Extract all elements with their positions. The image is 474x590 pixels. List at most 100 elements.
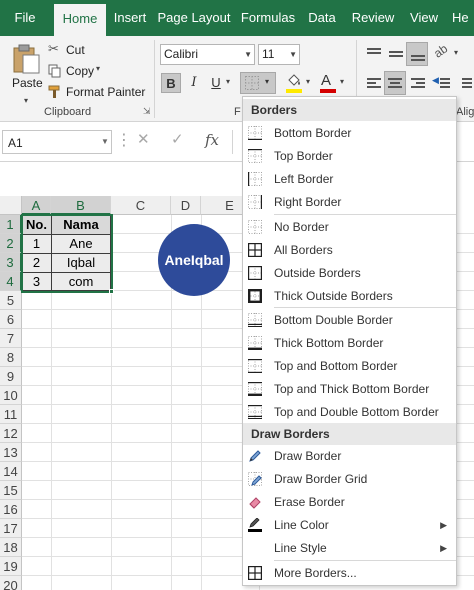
menu-item-label: Bottom Border xyxy=(274,126,352,140)
row-header-7[interactable]: 7 xyxy=(0,329,22,348)
middle-align-button[interactable] xyxy=(386,44,406,64)
insert-function-icon[interactable]: fx xyxy=(205,131,219,149)
font-color-button[interactable]: A ▾ xyxy=(318,72,352,95)
menu-item-left-border[interactable]: Left Border xyxy=(243,168,456,190)
menu-item-draw-border[interactable]: Draw Border xyxy=(243,445,456,467)
paste-dropdown-arrow[interactable]: ▾ xyxy=(24,96,28,105)
menu-item-bottom-double-border[interactable]: Bottom Double Border xyxy=(243,309,456,331)
tab-insert[interactable]: Insert xyxy=(108,0,152,36)
bottom-align-button[interactable] xyxy=(406,42,428,66)
row-header-15[interactable]: 15 xyxy=(0,481,22,500)
tab-review[interactable]: Review xyxy=(346,0,400,36)
row-header-8[interactable]: 8 xyxy=(0,348,22,367)
row-header-2[interactable]: 2 xyxy=(0,234,22,253)
menu-item-label: Top and Thick Bottom Border xyxy=(274,382,430,396)
top-border-icon xyxy=(248,149,262,163)
thick-outside-borders-icon xyxy=(248,289,262,303)
tab-formulas[interactable]: Formulas xyxy=(236,0,300,36)
bold-button[interactable]: B xyxy=(161,73,181,93)
row-header-5[interactable]: 5 xyxy=(0,291,22,310)
orientation-button[interactable]: ab ▾ xyxy=(431,41,462,64)
decrease-indent-button[interactable]: ◀ xyxy=(432,73,452,93)
row-header-20[interactable]: 20 xyxy=(0,576,22,590)
column-header-b[interactable]: B xyxy=(51,196,111,215)
borders-button[interactable]: ▾ xyxy=(240,72,276,94)
menu-item-more-borders[interactable]: More Borders... xyxy=(243,562,456,584)
right-border-icon xyxy=(248,195,262,209)
row-header-13[interactable]: 13 xyxy=(0,443,22,462)
row-header-9[interactable]: 9 xyxy=(0,367,22,386)
clipboard-dialog-launcher-icon[interactable]: ⇲ xyxy=(143,106,151,117)
row-header-17[interactable]: 17 xyxy=(0,519,22,538)
increase-indent-button[interactable] xyxy=(454,73,474,93)
cut-button[interactable]: ✂ Cut xyxy=(48,40,128,60)
menu-item-line-color[interactable]: Line Color ▶ xyxy=(243,514,456,536)
menu-item-right-border[interactable]: Right Border xyxy=(243,191,456,213)
chevron-down-icon: ▾ xyxy=(306,77,311,86)
menu-item-line-style[interactable]: Line Style ▶ xyxy=(243,537,456,559)
font-size-select[interactable]: 11 ▼ xyxy=(258,44,300,65)
row-header-3[interactable]: 3 xyxy=(0,253,22,272)
tab-help[interactable]: He xyxy=(452,0,474,36)
bottom-double-border-icon xyxy=(248,313,262,327)
column-header-d[interactable]: D xyxy=(171,196,201,215)
copy-dropdown-arrow[interactable]: ▾ xyxy=(96,64,100,73)
row-header-18[interactable]: 18 xyxy=(0,538,22,557)
underline-button[interactable]: U xyxy=(206,73,226,93)
row-header-1[interactable]: 1 xyxy=(0,215,22,234)
menu-item-top-and-double-bottom-border[interactable]: Top and Double Bottom Border xyxy=(243,401,456,423)
menu-item-thick-outside-borders[interactable]: Thick Outside Borders xyxy=(243,285,456,307)
italic-button[interactable]: I xyxy=(184,73,204,93)
fill-handle[interactable] xyxy=(109,289,114,294)
menu-item-top-border[interactable]: Top Border xyxy=(243,145,456,167)
top-align-button[interactable] xyxy=(364,44,384,64)
menu-item-label: Top and Double Bottom Border xyxy=(274,405,439,419)
align-right-button[interactable] xyxy=(408,73,428,93)
align-center-button[interactable] xyxy=(384,71,406,95)
cancel-icon[interactable]: ✕ xyxy=(137,130,150,148)
menu-item-erase-border[interactable]: Erase Border xyxy=(243,491,456,513)
menu-item-top-and-bottom-border[interactable]: Top and Bottom Border xyxy=(243,355,456,377)
left-border-icon xyxy=(248,172,262,186)
tab-page-layout[interactable]: Page Layout xyxy=(156,0,232,36)
row-header-12[interactable]: 12 xyxy=(0,424,22,443)
column-header-a[interactable]: A xyxy=(22,196,51,215)
fill-color-button[interactable]: ▾ xyxy=(284,73,318,95)
align-left-button[interactable] xyxy=(364,73,384,93)
grid-pencil-icon xyxy=(248,472,262,486)
copy-button[interactable]: Copy ▾ xyxy=(48,61,128,81)
column-header-c[interactable]: C xyxy=(111,196,171,215)
select-all-corner[interactable] xyxy=(0,196,22,215)
menu-item-thick-bottom-border[interactable]: Thick Bottom Border xyxy=(243,332,456,354)
row-header-19[interactable]: 19 xyxy=(0,557,22,576)
menu-item-outside-borders[interactable]: Outside Borders xyxy=(243,262,456,284)
tab-view[interactable]: View xyxy=(404,0,444,36)
row-header-14[interactable]: 14 xyxy=(0,462,22,481)
tab-file[interactable]: File xyxy=(4,0,46,36)
menu-item-bottom-border[interactable]: Bottom Border xyxy=(243,122,456,144)
paste-button[interactable]: Paste xyxy=(6,40,46,98)
name-box[interactable]: A1 ▼ xyxy=(2,130,112,154)
row-header-4[interactable]: 4 xyxy=(0,272,22,291)
underline-dropdown-arrow[interactable]: ▾ xyxy=(226,77,230,86)
tab-home[interactable]: Home xyxy=(54,4,106,36)
tab-data[interactable]: Data xyxy=(304,0,340,36)
scissors-icon: ✂ xyxy=(48,41,59,56)
menu-item-draw-border-grid[interactable]: Draw Border Grid xyxy=(243,468,456,490)
menu-item-all-borders[interactable]: All Borders xyxy=(243,239,456,261)
row-header-6[interactable]: 6 xyxy=(0,310,22,329)
menu-item-label: All Borders xyxy=(274,243,333,257)
menu-item-top-and-thick-bottom-border[interactable]: Top and Thick Bottom Border xyxy=(243,378,456,400)
fill-color-swatch xyxy=(286,89,302,93)
menu-item-no-border[interactable]: No Border xyxy=(243,216,456,238)
font-name-select[interactable]: Calibri ▼ xyxy=(160,44,255,65)
row-header-11[interactable]: 11 xyxy=(0,405,22,424)
menu-item-label: Thick Outside Borders xyxy=(274,289,393,303)
row-header-16[interactable]: 16 xyxy=(0,500,22,519)
format-painter-button[interactable]: Format Painter xyxy=(48,82,148,102)
menu-item-label: Draw Border Grid xyxy=(274,472,368,486)
menu-item-label: Thick Bottom Border xyxy=(274,336,384,350)
enter-check-icon[interactable]: ✓ xyxy=(171,130,184,148)
row-header-10[interactable]: 10 xyxy=(0,386,22,405)
borders-section-header: Borders xyxy=(243,99,456,121)
